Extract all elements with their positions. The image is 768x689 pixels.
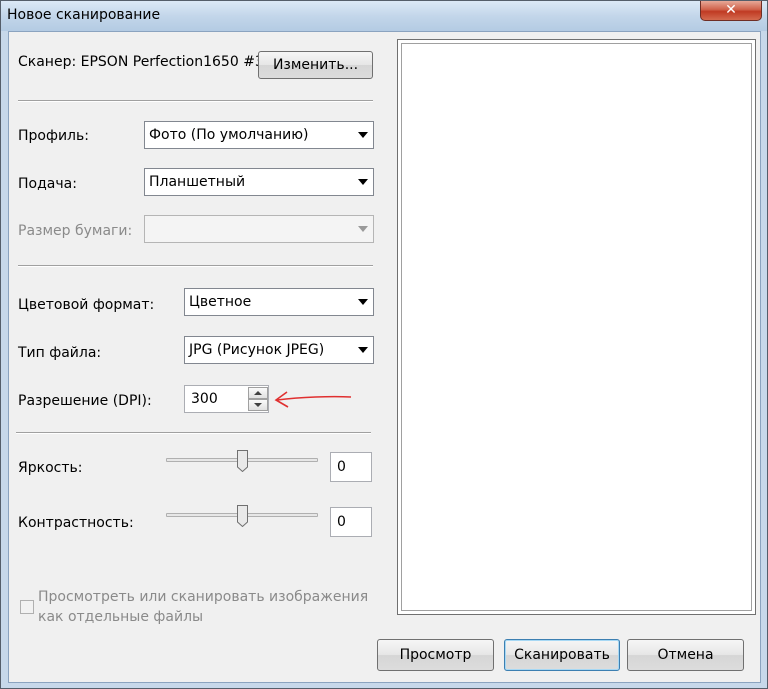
scanner-label: Сканер: EPSON Perfection1650 #3 bbox=[18, 54, 264, 70]
preview-area[interactable] bbox=[397, 39, 756, 615]
chevron-down-icon bbox=[358, 347, 368, 353]
paper-size-select bbox=[144, 215, 374, 243]
chevron-down-icon bbox=[358, 179, 368, 185]
profile-label: Профиль: bbox=[18, 128, 89, 144]
window-title: Новое сканирование bbox=[7, 7, 161, 23]
contrast-value: 0 bbox=[337, 514, 346, 530]
paper-size-label: Размер бумаги: bbox=[18, 223, 133, 239]
resolution-label: Разрешение (DPI): bbox=[18, 393, 152, 409]
arrow-up-icon bbox=[254, 391, 262, 395]
close-button[interactable]: ✕ bbox=[700, 1, 762, 21]
contrast-slider-thumb[interactable] bbox=[237, 505, 248, 527]
preview-frame bbox=[401, 43, 752, 611]
separator-2 bbox=[18, 265, 373, 267]
brightness-label: Яркость: bbox=[18, 460, 83, 476]
close-icon: ✕ bbox=[725, 2, 737, 18]
feed-label: Подача: bbox=[18, 176, 77, 192]
color-format-select[interactable]: Цветное bbox=[184, 288, 374, 316]
chevron-down-icon bbox=[358, 226, 368, 232]
profile-value: Фото (По умолчанию) bbox=[149, 127, 309, 143]
file-type-select[interactable]: JPG (Рисунок JPEG) bbox=[184, 336, 374, 364]
change-scanner-button[interactable]: Изменить... bbox=[258, 51, 373, 79]
arrow-down-icon bbox=[254, 403, 262, 407]
resolution-value: 300 bbox=[191, 391, 218, 407]
preview-button[interactable]: Просмотр bbox=[377, 639, 494, 671]
red-arrow-annotation bbox=[274, 391, 352, 408]
color-format-value: Цветное bbox=[189, 294, 252, 310]
file-type-value: JPG (Рисунок JPEG) bbox=[189, 342, 325, 358]
separate-files-label-line1: Просмотреть или сканировать изображения bbox=[38, 589, 369, 605]
scan-dialog-window: Новое сканирование ✕ Сканер: EPSON Perfe… bbox=[0, 0, 768, 689]
resolution-increment-button[interactable] bbox=[248, 387, 268, 399]
feed-value: Планшетный bbox=[149, 174, 246, 190]
chevron-down-icon bbox=[358, 299, 368, 305]
separator-3 bbox=[16, 432, 371, 434]
file-type-label: Тип файла: bbox=[18, 345, 102, 361]
cancel-button[interactable]: Отмена bbox=[627, 639, 744, 671]
title-bar[interactable]: Новое сканирование ✕ bbox=[1, 1, 767, 31]
brightness-value-field[interactable]: 0 bbox=[330, 452, 372, 482]
contrast-label: Контрастность: bbox=[18, 515, 134, 531]
resolution-decrement-button[interactable] bbox=[248, 399, 268, 411]
separate-files-checkbox[interactable] bbox=[20, 600, 34, 614]
brightness-slider-thumb[interactable] bbox=[237, 450, 248, 472]
chevron-down-icon bbox=[358, 132, 368, 138]
separate-files-label-line2: как отдельные файлы bbox=[38, 609, 204, 625]
color-format-label: Цветовой формат: bbox=[18, 297, 155, 313]
scan-button[interactable]: Сканировать bbox=[504, 639, 620, 671]
contrast-value-field[interactable]: 0 bbox=[330, 507, 372, 537]
brightness-value: 0 bbox=[337, 459, 346, 475]
feed-select[interactable]: Планшетный bbox=[144, 168, 374, 196]
separator-1 bbox=[18, 100, 373, 102]
profile-select[interactable]: Фото (По умолчанию) bbox=[144, 121, 374, 149]
dialog-client-area: Сканер: EPSON Perfection1650 #3 Изменить… bbox=[8, 31, 761, 683]
